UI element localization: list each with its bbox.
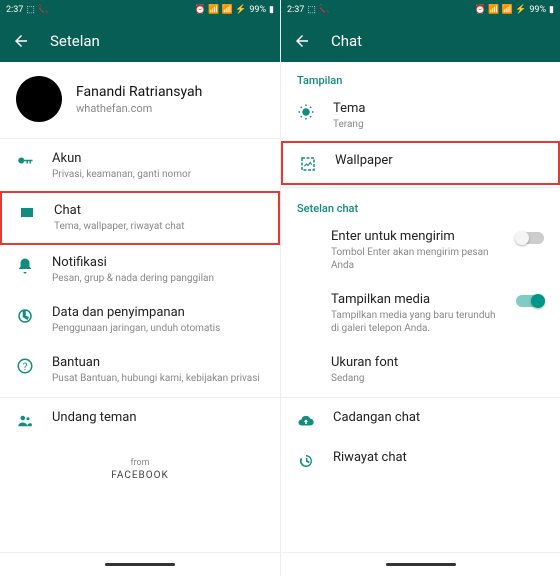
status-battery: 99% [249, 5, 266, 15]
chat-item-font[interactable]: Ukuran font Sedang [281, 345, 560, 395]
nav-pill[interactable] [105, 563, 175, 566]
screen-chat-settings: 2:37 ⬚ 📞 ⏰ 📶 📶 ⚡ 99% ▮ Chat Tampilan Tem… [280, 0, 560, 576]
svg-text:?: ? [23, 362, 28, 373]
appbar-title: Setelan [50, 32, 100, 50]
key-icon [16, 153, 34, 171]
section-tampilan: Tampilan [281, 62, 560, 91]
status-icons-right: ⏰ 📶 📶 ⚡ [195, 5, 247, 15]
status-battery: 99% [529, 5, 546, 15]
status-icons-left: ⬚ 📞 [26, 5, 48, 15]
settings-item-undang[interactable]: Undang teman [0, 400, 280, 440]
chat-item-riwayat[interactable]: Riwayat chat [281, 440, 560, 480]
divider [281, 187, 560, 188]
app-bar: Setelan [0, 20, 280, 62]
item-subtitle: Sedang [331, 372, 398, 385]
status-icons-left: ⬚ 📞 [307, 5, 329, 15]
chat-settings-content: Tampilan Tema Terang Wallpaper Setelan c… [281, 62, 560, 552]
item-title: Tampilkan media [331, 292, 506, 307]
status-time: 2:37 [287, 5, 304, 15]
chat-item-media[interactable]: Tampilkan media Tampilkan media yang bar… [281, 282, 560, 345]
help-icon: ? [16, 357, 34, 375]
toggle-enter[interactable] [516, 232, 544, 244]
item-title: Data dan penyimpanan [52, 305, 220, 320]
item-title: Bantuan [52, 355, 260, 370]
profile-row[interactable]: Fanandi Ratriansyah whathefan.com [0, 62, 280, 136]
battery-icon: ▮ [549, 5, 554, 15]
cloud-upload-icon [297, 412, 315, 430]
settings-item-bantuan[interactable]: ? Bantuan Pusat Bantuan, hubungi kami, k… [0, 345, 280, 395]
chat-item-cadangan[interactable]: Cadangan chat [281, 400, 560, 440]
back-icon[interactable] [293, 32, 311, 50]
appbar-title: Chat [331, 32, 362, 50]
toggle-media[interactable] [516, 295, 544, 307]
brightness-icon [297, 103, 315, 121]
item-subtitle: Tampilkan media yang baru terunduh di ga… [331, 309, 506, 335]
section-setelan-chat: Setelan chat [281, 190, 560, 219]
profile-name: Fanandi Ratriansyah [76, 84, 202, 100]
nav-bar [281, 552, 560, 576]
divider [0, 138, 280, 139]
settings-item-data[interactable]: Data dan penyimpanan Penggunaan jaringan… [0, 295, 280, 345]
settings-item-akun[interactable]: Akun Privasi, keamanan, ganti nomor [0, 141, 280, 191]
status-bar: 2:37 ⬚ 📞 ⏰ 📶 📶 ⚡ 99% ▮ [281, 0, 560, 20]
item-title: Enter untuk mengirim [331, 229, 506, 244]
history-icon [297, 452, 315, 470]
app-bar: Chat [281, 20, 560, 62]
battery-icon: ▮ [269, 5, 274, 15]
item-title: Cadangan chat [333, 410, 420, 425]
divider [0, 397, 280, 398]
footer-from: from FACEBOOK [0, 440, 280, 485]
chat-item-wallpaper[interactable]: Wallpaper [281, 141, 560, 185]
item-title: Undang teman [52, 410, 137, 425]
item-title: Chat [54, 203, 184, 218]
item-subtitle: Tema, wallpaper, riwayat chat [54, 220, 184, 233]
wallpaper-icon [299, 155, 317, 173]
profile-sub: whathefan.com [76, 102, 202, 115]
chat-item-tema[interactable]: Tema Terang [281, 91, 560, 141]
footer-from-label: from [0, 458, 280, 468]
item-subtitle: Privasi, keamanan, ganti nomor [52, 168, 191, 181]
item-title: Riwayat chat [333, 450, 407, 465]
back-icon[interactable] [12, 32, 30, 50]
divider [281, 397, 560, 398]
status-time: 2:37 [6, 5, 23, 15]
item-subtitle: Pusat Bantuan, hubungi kami, kebijakan p… [52, 372, 260, 385]
item-title: Notifikasi [52, 255, 214, 270]
screen-settings: 2:37 ⬚ 📞 ⏰ 📶 📶 ⚡ 99% ▮ Setelan Fanandi R… [0, 0, 280, 576]
item-subtitle: Pesan, grup & nada dering panggilan [52, 272, 214, 285]
item-subtitle: Penggunaan jaringan, unduh otomatis [52, 322, 220, 335]
settings-item-notifikasi[interactable]: Notifikasi Pesan, grup & nada dering pan… [0, 245, 280, 295]
bell-icon [16, 257, 34, 275]
item-title: Wallpaper [335, 153, 393, 168]
status-icons-right: ⏰ 📶 📶 ⚡ [475, 5, 527, 15]
nav-bar [0, 552, 280, 576]
item-title: Akun [52, 151, 191, 166]
chat-icon [18, 205, 36, 223]
settings-content: Fanandi Ratriansyah whathefan.com Akun P… [0, 62, 280, 552]
nav-pill[interactable] [386, 563, 456, 566]
chat-item-enter[interactable]: Enter untuk mengirim Tombol Enter akan m… [281, 219, 560, 282]
people-icon [16, 412, 34, 430]
item-title: Ukuran font [331, 355, 398, 370]
item-subtitle: Terang [333, 118, 366, 131]
settings-item-chat[interactable]: Chat Tema, wallpaper, riwayat chat [0, 191, 280, 245]
status-bar: 2:37 ⬚ 📞 ⏰ 📶 📶 ⚡ 99% ▮ [0, 0, 280, 20]
data-icon [16, 307, 34, 325]
footer-brand: FACEBOOK [0, 470, 280, 481]
avatar [16, 76, 62, 122]
item-title: Tema [333, 101, 366, 116]
item-subtitle: Tombol Enter akan mengirim pesan Anda [331, 246, 506, 272]
